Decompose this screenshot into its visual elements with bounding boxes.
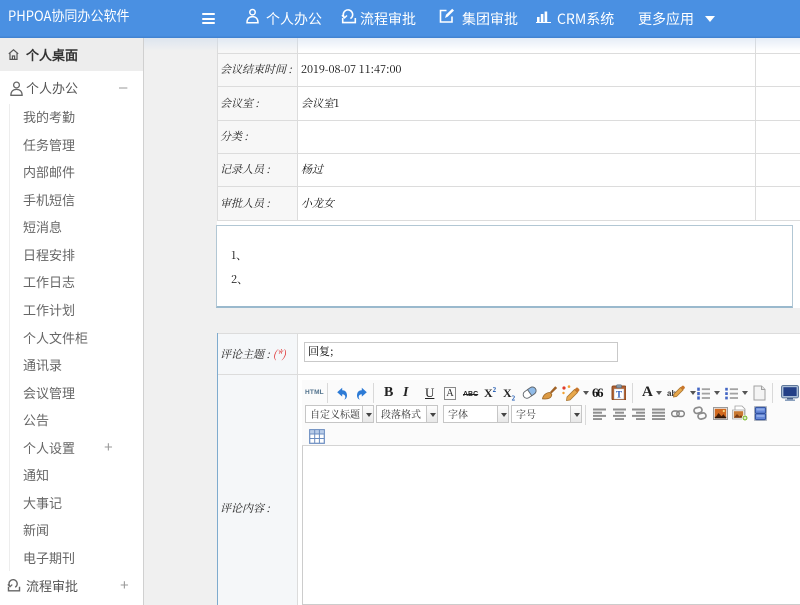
- svg-text:T: T: [616, 390, 622, 400]
